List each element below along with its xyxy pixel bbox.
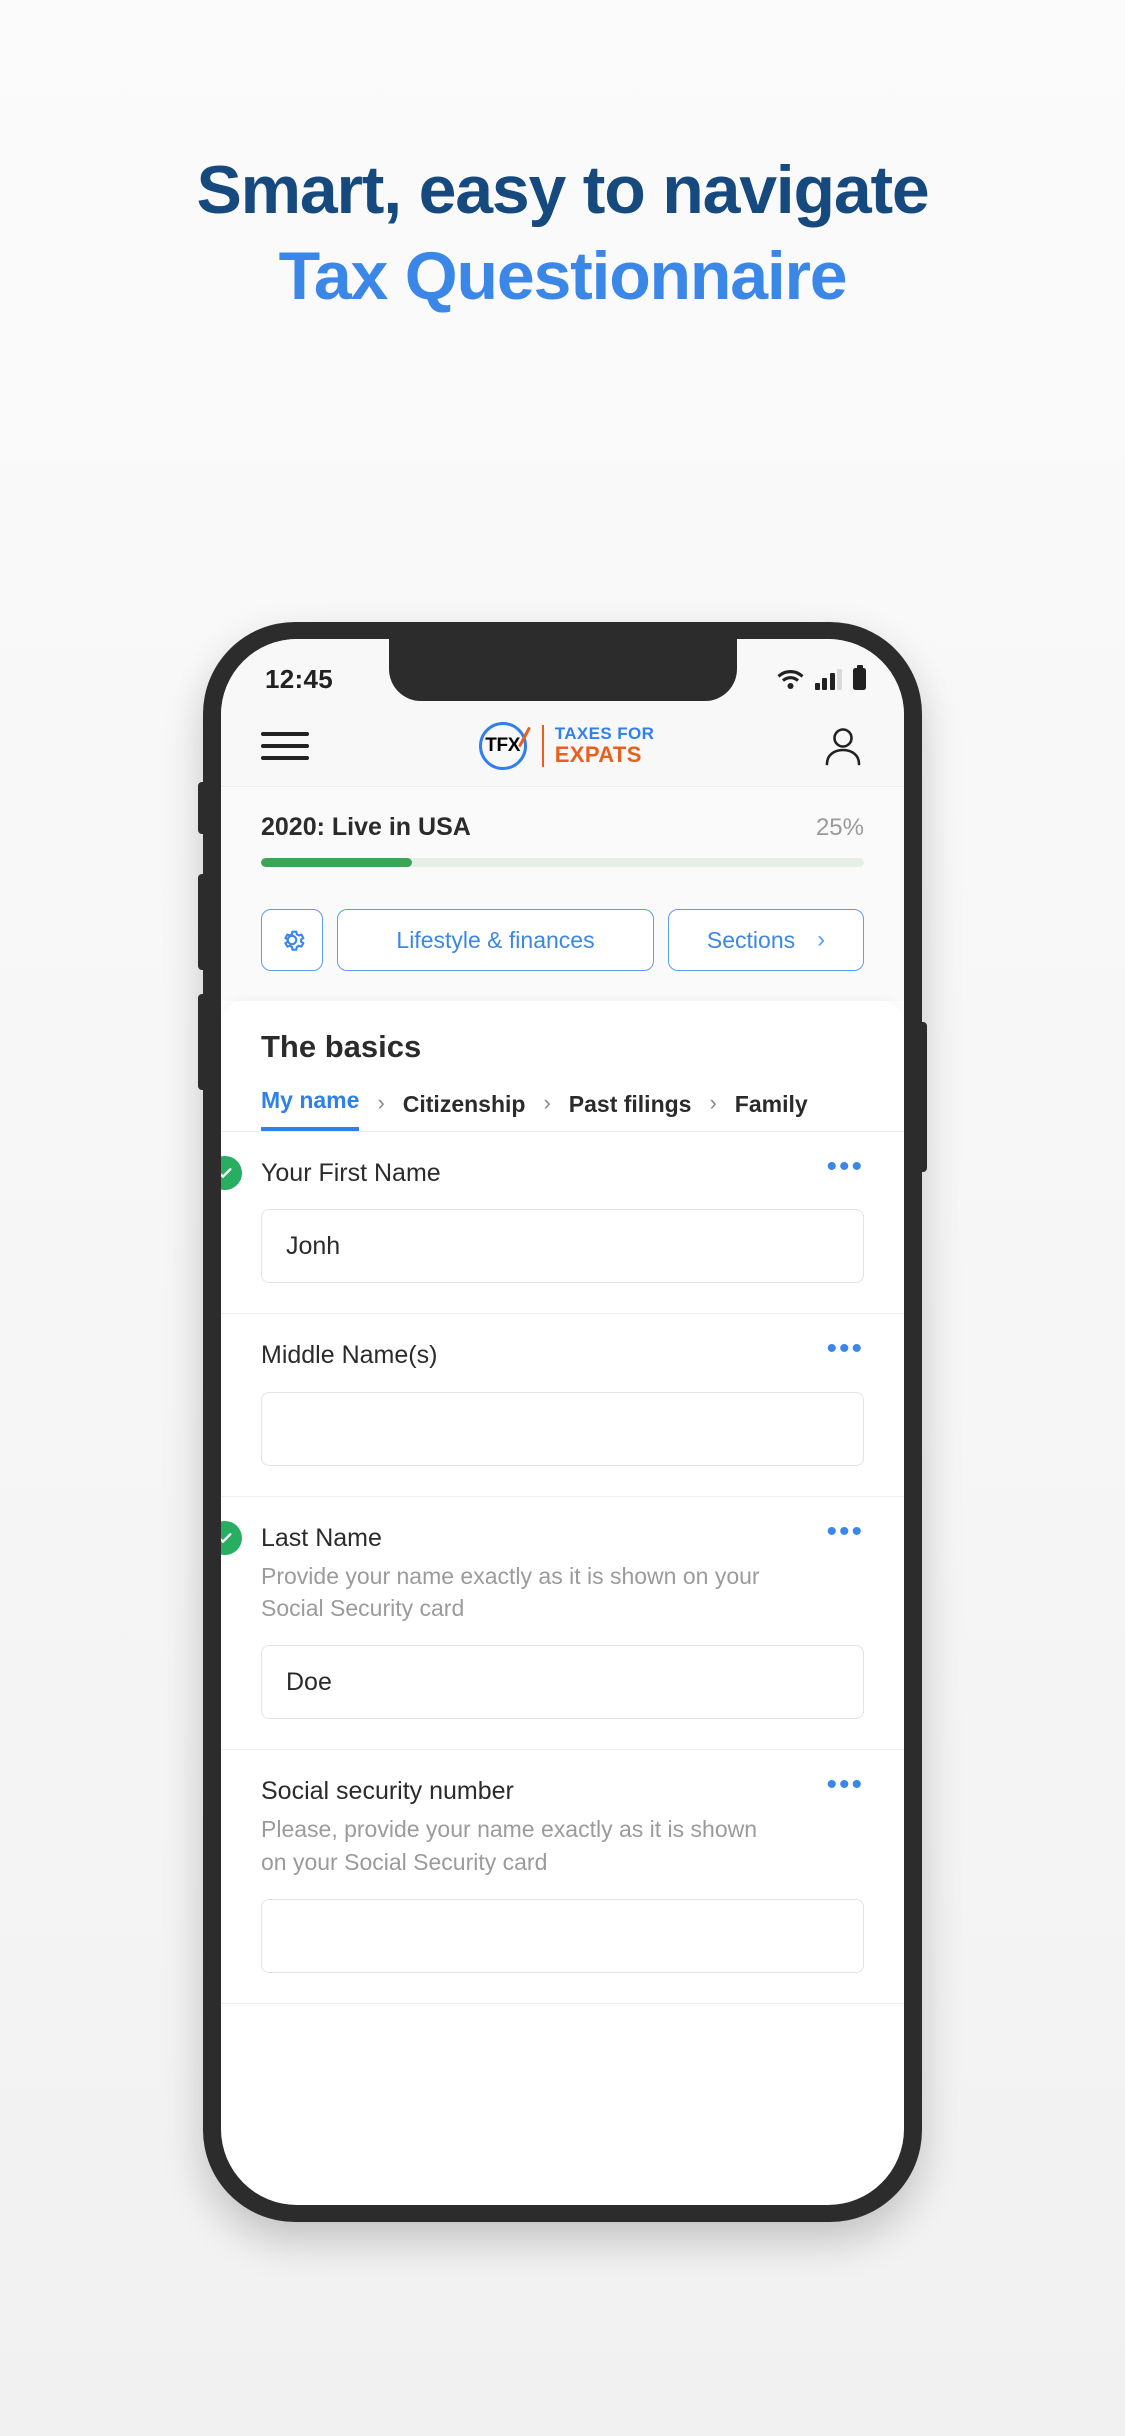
user-account-icon[interactable] bbox=[820, 723, 866, 769]
tfx-logo-text: TFX bbox=[485, 734, 521, 756]
questionnaire-card: The basics My name › Citizenship › Past fili… bbox=[221, 1001, 904, 2004]
field-list: Your First Name ••• Jonh Middle Name(s) ••• L… bbox=[221, 1132, 904, 2004]
tfx-logo-mark: TFX bbox=[475, 720, 531, 772]
field-label: Your First Name bbox=[261, 1159, 441, 1187]
progress-title: 2020: Live in USA bbox=[261, 813, 471, 841]
field-options-menu-icon[interactable]: ••• bbox=[808, 1334, 864, 1364]
field-options-menu-icon[interactable]: ••• bbox=[808, 1516, 864, 1546]
input-your-first-name[interactable]: Jonh bbox=[261, 1209, 864, 1284]
input-middle-name-s[interactable] bbox=[261, 1391, 864, 1466]
tab-my-name[interactable]: My name bbox=[261, 1087, 360, 1131]
hero-line-2: Tax Questionnaire bbox=[278, 238, 848, 315]
field-help-text: Please, provide your name exactly as it … bbox=[261, 1816, 758, 1875]
logo-line-2: EXPATS bbox=[554, 741, 642, 767]
input-social-security-number[interactable] bbox=[261, 1898, 864, 1973]
cellular-signal-icon bbox=[814, 668, 842, 690]
page-title: The basics bbox=[261, 1029, 422, 1064]
tab-separator-icon: › bbox=[709, 1090, 717, 1115]
progress-header: 2020: Live in USA 25% bbox=[261, 813, 864, 842]
field-header: Last Name ••• bbox=[261, 1516, 864, 1554]
progress-block: 2020: Live in USA 25% bbox=[221, 787, 904, 887]
progress-bar-fill bbox=[261, 858, 412, 867]
phone-screen: 12:45 TFX TAXES FOR EXPATS 2020: Live in… bbox=[221, 639, 904, 2205]
completed-check-icon bbox=[221, 1156, 242, 1190]
field-label: Middle Name(s) bbox=[261, 1341, 438, 1370]
field-header: Your First Name ••• bbox=[261, 1152, 864, 1189]
progress-bar-track bbox=[261, 858, 864, 867]
sections-label: Sections bbox=[706, 926, 796, 953]
input-last-name[interactable]: Doe bbox=[261, 1645, 864, 1720]
sections-button[interactable]: Sections › bbox=[668, 909, 864, 971]
phone-notch bbox=[388, 639, 737, 701]
field-your-first-name: Your First Name ••• Jonh bbox=[221, 1132, 904, 1315]
phone-mockup: 12:45 TFX TAXES FOR EXPATS 2020: Live in… bbox=[198, 622, 927, 2222]
hero-headline: Smart, easy to navigate Tax Questionnair… bbox=[0, 150, 1125, 316]
field-header: Middle Name(s) ••• bbox=[261, 1334, 864, 1371]
status-icon-group bbox=[777, 665, 866, 690]
phone-volume-up-button bbox=[198, 874, 205, 970]
tab-separator-icon: › bbox=[377, 1090, 385, 1115]
phone-power-button bbox=[920, 1022, 927, 1172]
gear-icon bbox=[284, 930, 305, 951]
progress-percent: 25% bbox=[815, 814, 864, 841]
field-header: Social security number ••• bbox=[261, 1770, 864, 1807]
status-time: 12:45 bbox=[265, 663, 333, 694]
tab-past-filings[interactable]: Past filings bbox=[569, 1091, 692, 1131]
field-options-menu-icon[interactable]: ••• bbox=[808, 1152, 864, 1182]
field-social-security-number: Social security number ••• Please, provide… bbox=[221, 1750, 904, 2004]
battery-icon bbox=[853, 665, 866, 690]
field-options-menu-icon[interactable]: ••• bbox=[808, 1770, 864, 1800]
tab-separator-icon: › bbox=[543, 1090, 551, 1115]
field-middle-name-s: Middle Name(s) ••• bbox=[221, 1314, 904, 1497]
field-label: Last Name bbox=[261, 1523, 382, 1552]
phone-silent-switch bbox=[198, 782, 205, 834]
section-tabs: My name › Citizenship › Past filings › Family bbox=[221, 1087, 904, 1132]
field-label: Social security number bbox=[261, 1777, 514, 1806]
logo-divider bbox=[541, 724, 544, 767]
completed-check-icon bbox=[221, 1520, 242, 1555]
field-last-name: Last Name ••• Provide your name exactly as… bbox=[221, 1497, 904, 1751]
hero-line-1: Smart, easy to navigate bbox=[196, 152, 929, 228]
logo-wordmark: TAXES FOR EXPATS bbox=[555, 725, 655, 766]
filter-toolbar: Lifestyle & finances Sections › bbox=[221, 887, 904, 1001]
settings-button[interactable] bbox=[261, 909, 323, 971]
app-bar: TFX TAXES FOR EXPATS bbox=[221, 705, 904, 787]
promo-page: Smart, easy to navigate Tax Questionnair… bbox=[0, 0, 1125, 2436]
phone-volume-down-button bbox=[198, 994, 205, 1090]
field-help-text: Provide your name exactly as it is shown… bbox=[261, 1562, 760, 1622]
category-button[interactable]: Lifestyle & finances bbox=[337, 909, 654, 971]
tab-family[interactable]: Family bbox=[735, 1091, 808, 1131]
hamburger-menu-icon[interactable] bbox=[261, 731, 309, 760]
tab-citizenship[interactable]: Citizenship bbox=[403, 1091, 526, 1131]
logo-line-1: TAXES FOR bbox=[554, 724, 655, 744]
chevron-right-icon: › bbox=[817, 926, 826, 953]
wifi-icon bbox=[777, 670, 803, 689]
brand-logo[interactable]: TFX TAXES FOR EXPATS bbox=[309, 720, 820, 772]
